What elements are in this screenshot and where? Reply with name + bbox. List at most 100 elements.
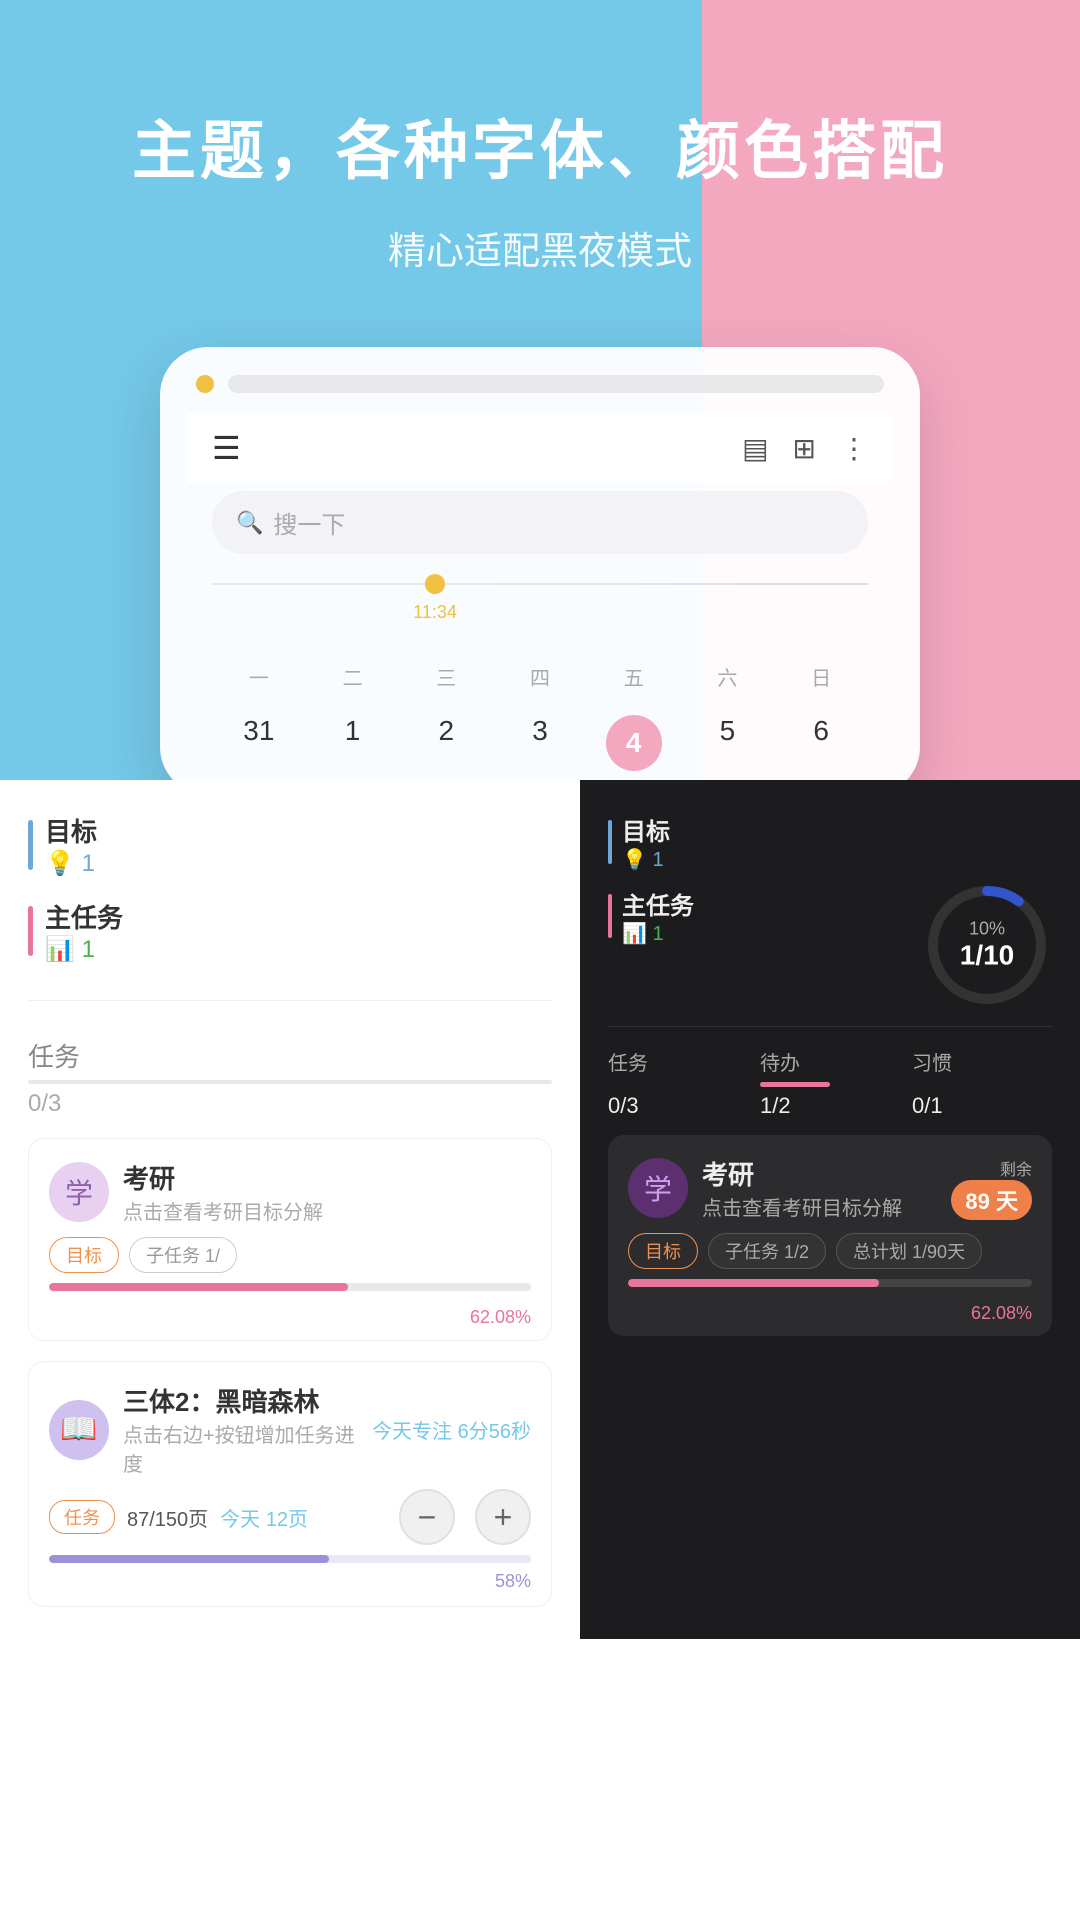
metric-habit: 习惯 0/1	[912, 1047, 1052, 1119]
metric-todo: 待办 1/2	[760, 1047, 900, 1119]
goal-tags-light: 目标 子任务 1/	[29, 1237, 551, 1283]
week-label-fri: 五	[587, 662, 681, 691]
timeline-row: 11:34	[212, 570, 868, 598]
week-label-wed: 三	[399, 662, 493, 691]
date-31: 31	[212, 707, 306, 779]
date-row: 31 1 2 3 4 5 6	[188, 699, 892, 780]
goal-avatar-dark: 学	[628, 1158, 688, 1218]
days-badge: 89 天	[951, 1180, 1032, 1220]
date-1: 1	[306, 707, 400, 779]
metric-habit-label: 习惯	[912, 1047, 1052, 1076]
hero-section: 主题，各种字体、颜色搭配 精心适配黑夜模式 ☰ ▤ ⊞ ⋮ 🔍 搜一下 11:3…	[0, 0, 1080, 780]
search-bar[interactable]: 🔍 搜一下	[212, 491, 868, 554]
stat-bar-goal	[28, 820, 33, 870]
book-avatar-text: 📖	[60, 1412, 97, 1447]
book-focus: 今天专注 6分56秒	[372, 1415, 531, 1444]
dark-main-task-text: 主任务 📊 1	[622, 886, 694, 946]
goal-avatar-text: 学	[65, 1172, 93, 1212]
hamburger-icon[interactable]: ☰	[212, 429, 241, 467]
book-progress-bar	[49, 1555, 531, 1563]
ring-fraction: 1/10	[960, 940, 1015, 972]
goal-info-light: 考研 点击查看考研目标分解	[123, 1159, 323, 1225]
hero-subtitle: 精心适配黑夜模式	[388, 220, 692, 275]
date-4-today[interactable]: 4	[587, 707, 681, 779]
timeline-time: 11:34	[413, 602, 457, 623]
goal-title-dark: 考研	[702, 1155, 937, 1192]
more-icon[interactable]: ⋮	[840, 432, 868, 465]
goal-title-light: 考研	[123, 1159, 323, 1196]
metric-task-label: 任务	[608, 1047, 748, 1076]
goal-desc-dark: 点击查看考研目标分解	[702, 1192, 937, 1221]
header-right: ▤ ⊞ ⋮	[742, 432, 868, 465]
goal-header-light: 学 考研 点击查看考研目标分解	[29, 1139, 551, 1237]
grid-icon[interactable]: ⊞	[793, 432, 816, 465]
dark-tag3: 总计划 1/90天	[836, 1233, 982, 1269]
goal-card-light[interactable]: 学 考研 点击查看考研目标分解 目标 子任务 1/ 62.08%	[28, 1138, 552, 1341]
stat-bar-main-task	[28, 906, 33, 956]
phone-pill	[228, 375, 884, 393]
main-task-count: 1	[82, 936, 95, 963]
metric-task: 任务 0/3	[608, 1047, 748, 1119]
phone-mockup: ☰ ▤ ⊞ ⋮ 🔍 搜一下 11:34 一 二 三 四 五 六 日	[160, 347, 920, 780]
week-label-tue: 二	[306, 662, 400, 691]
stat-main-task-light: 主任务 📊 1	[28, 898, 552, 964]
goal-card-dark[interactable]: 学 考研 点击查看考研目标分解 剩余 89 天 目标 子任务 1/2 总计划 1…	[608, 1135, 1052, 1336]
book-card[interactable]: 📖 三体2：黑暗森林 点击右边+按钮增加任务进度 今天专注 6分56秒 任务 8…	[28, 1361, 552, 1607]
metric-todo-value: 1/2	[760, 1093, 900, 1119]
goal-days: 剩余 89 天	[951, 1156, 1032, 1220]
progress-ring: 10% 1/10	[922, 880, 1052, 1010]
tag-subtask-light: 子任务 1/	[129, 1237, 237, 1273]
stat-task-light: 任务 0/3	[28, 1037, 552, 1118]
goal-avatar-dark-text: 学	[644, 1168, 672, 1208]
date-3: 3	[493, 707, 587, 779]
metric-habit-value: 0/1	[912, 1093, 1052, 1119]
metrics-row: 任务 0/3 待办 1/2 习惯 0/1	[608, 1026, 1052, 1119]
book-desc: 点击右边+按钮增加任务进度	[123, 1419, 358, 1477]
goal-info-dark: 考研 点击查看考研目标分解	[702, 1155, 937, 1221]
timeline-line	[212, 583, 868, 585]
dark-tag2: 子任务 1/2	[708, 1233, 826, 1269]
week-label-sun: 日	[774, 662, 868, 691]
book-info: 三体2：黑暗森林 点击右边+按钮增加任务进度	[123, 1382, 358, 1477]
stat-main-task-text: 主任务 📊 1	[45, 898, 123, 964]
timeline-dot	[425, 574, 445, 594]
metric-todo-label: 待办	[760, 1047, 900, 1076]
task-count: 0/3	[28, 1090, 552, 1118]
layout-icon[interactable]: ▤	[742, 432, 768, 465]
phone-top-bar	[188, 375, 892, 393]
metric-bar-todo	[760, 1082, 830, 1087]
book-pages: 87/150页	[127, 1503, 208, 1532]
book-header: 📖 三体2：黑暗森林 点击右边+按钮增加任务进度 今天专注 6分56秒	[29, 1362, 551, 1489]
goal-progress-bar-light	[49, 1283, 531, 1291]
fab-minus-button[interactable]: −	[399, 1489, 455, 1545]
book-avatar: 📖	[49, 1400, 109, 1460]
days-label: 剩余	[1000, 1156, 1032, 1180]
metric-task-value: 0/3	[608, 1093, 748, 1119]
goal-progress-pct-light: 62.08%	[29, 1307, 551, 1340]
light-stats: 目标 💡 1 主任务 📊 1 任务 0/3	[28, 812, 552, 1118]
ring-percent: 10%	[960, 919, 1015, 940]
main-task-label: 主任务	[45, 898, 123, 935]
dark-main-task-count: 1	[652, 923, 663, 945]
ring-text: 10% 1/10	[960, 919, 1015, 972]
app-header: ☰ ▤ ⊞ ⋮	[188, 413, 892, 483]
task-label: 任务	[28, 1037, 552, 1074]
light-panel: 目标 💡 1 主任务 📊 1 任务 0/3	[0, 780, 580, 1639]
hero-title: 主题，各种字体、颜色搭配	[132, 100, 948, 192]
book-tag: 任务	[49, 1500, 115, 1534]
goal-label: 目标	[45, 812, 97, 849]
stat-goal-light: 目标 💡 1	[28, 812, 552, 878]
goal-tags-dark: 目标 子任务 1/2 总计划 1/90天	[608, 1233, 1052, 1279]
book-meta: 任务 87/150页 今天 12页 − +	[29, 1489, 551, 1555]
week-label-sat: 六	[681, 662, 775, 691]
fab-plus-button[interactable]: +	[475, 1489, 531, 1545]
stat-goal-text: 目标 💡 1	[45, 812, 97, 878]
goal-avatar-light: 学	[49, 1162, 109, 1222]
goal-desc-light: 点击查看考研目标分解	[123, 1196, 323, 1225]
dark-bar-main-task	[608, 894, 612, 938]
book-progress-fill	[49, 1555, 329, 1563]
goal-count: 1	[82, 850, 95, 877]
book-progress-pct: 58%	[29, 1571, 551, 1606]
phone-dot	[196, 375, 214, 393]
date-2: 2	[399, 707, 493, 779]
